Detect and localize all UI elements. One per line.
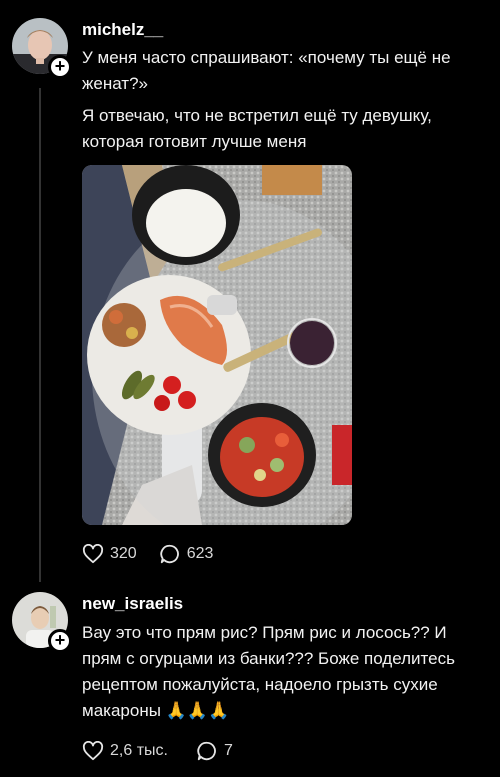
comment-button[interactable]: 623 — [159, 543, 214, 565]
food-photo — [82, 165, 352, 525]
comment-count: 7 — [223, 742, 233, 759]
comment-count: 623 — [186, 545, 214, 562]
heart-icon — [82, 741, 104, 761]
post-image[interactable] — [82, 165, 352, 525]
post-text: У меня часто спрашивают: «почему ты ещё … — [82, 45, 487, 155]
post-new-israelis: + new_israelis Вау это что прям рис? Пря… — [0, 580, 500, 777]
comment-paragraph: Вау это что прям рис? Прям рис и лосось?… — [82, 623, 455, 720]
post-actions: 320 623 — [82, 543, 235, 565]
comment-bubble-icon — [160, 544, 179, 564]
comment-button[interactable]: 7 — [196, 740, 233, 762]
comment-username[interactable]: new_israelis — [82, 594, 183, 614]
thread-line — [39, 88, 41, 582]
comment-actions: 2,6 тыс. 7 — [82, 740, 255, 762]
like-button[interactable]: 2,6 тыс. — [82, 741, 168, 761]
follow-plus-icon[interactable]: + — [48, 55, 72, 79]
comment-bubble-icon — [197, 741, 216, 761]
heart-icon — [82, 544, 104, 564]
post-paragraph: Я отвечаю, что не встретил ещё ту девушк… — [82, 106, 432, 151]
like-count: 320 — [110, 545, 137, 562]
post-paragraph: У меня часто спрашивают: «почему ты ещё … — [82, 48, 451, 93]
post-michelz: + michelz__ У меня часто спрашивают: «по… — [0, 0, 500, 582]
comment-text: Вау это что прям рис? Прям рис и лосось?… — [82, 620, 482, 724]
like-count: 2,6 тыс. — [110, 742, 168, 759]
post-username[interactable]: michelz__ — [82, 20, 163, 40]
follow-plus-icon[interactable]: + — [48, 629, 72, 653]
like-button[interactable]: 320 — [82, 544, 137, 564]
